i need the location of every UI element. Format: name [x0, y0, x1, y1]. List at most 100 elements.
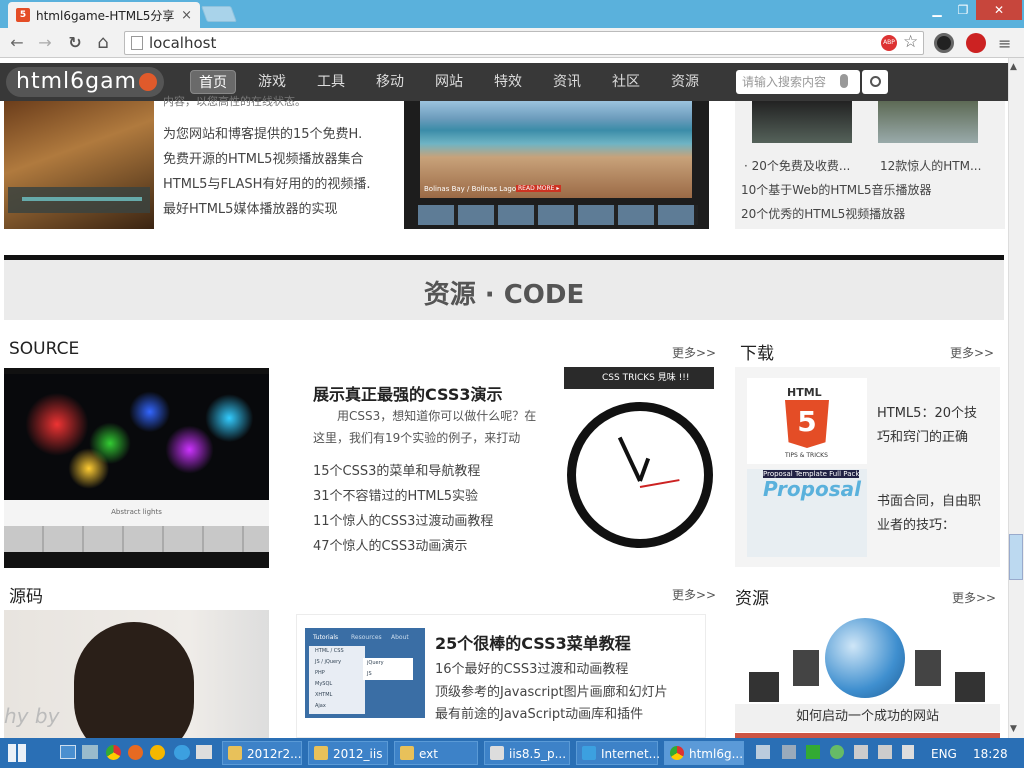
close-tab-icon[interactable]: ×: [181, 8, 192, 23]
source-link[interactable]: 31个不容错过的HTML5实验: [313, 485, 478, 504]
right-link[interactable]: 20个优秀的HTML5视频播放器: [741, 205, 905, 222]
progress-bar[interactable]: [22, 197, 142, 201]
link-line[interactable]: 为您网站和博客提供的15个免费H.: [163, 123, 362, 142]
nav-sites[interactable]: 网站: [427, 70, 471, 94]
yuanma-article-title[interactable]: 25个很棒的CSS3菜单教程: [435, 630, 631, 654]
windows-start-icon[interactable]: [8, 744, 26, 762]
thumbnail-strip[interactable]: [418, 205, 698, 225]
address-bar[interactable]: localhost ABP ☆: [124, 31, 924, 55]
source-link[interactable]: 11个惊人的CSS3过渡动画教程: [313, 510, 493, 529]
taskbar-item[interactable]: Internet...: [576, 741, 660, 765]
browser-tab[interactable]: 5 html6game-HTML5分享 ×: [8, 2, 200, 28]
nav-news[interactable]: 资讯: [545, 70, 589, 94]
forward-icon[interactable]: →: [36, 34, 54, 52]
network-tray-icon[interactable]: [854, 745, 868, 759]
flag-icon[interactable]: [902, 745, 914, 759]
bokeh-image[interactable]: Abstract lights: [4, 368, 269, 568]
back-icon[interactable]: ←: [8, 34, 26, 52]
source-link[interactable]: 47个惊人的CSS3动画演示: [313, 535, 467, 554]
tray-icon[interactable]: [806, 745, 820, 759]
nav-home[interactable]: 首页: [190, 70, 236, 94]
search-button[interactable]: [862, 70, 888, 94]
ziyuan-caption[interactable]: 如何启动一个成功的网站: [735, 704, 1000, 732]
nav-mobile[interactable]: 移动: [368, 70, 412, 94]
taskbar-item-active[interactable]: html6g...: [664, 741, 744, 765]
server-manager-icon[interactable]: [60, 745, 76, 759]
nav-tools[interactable]: 工具: [309, 70, 353, 94]
yuanma-link[interactable]: 16个最好的CSS3过渡和动画教程: [435, 658, 628, 677]
menu-item: XHTML: [315, 692, 333, 698]
download-item[interactable]: HTML5：20个技巧和窍门的正确: [877, 402, 987, 450]
firefox-icon[interactable]: [128, 745, 143, 760]
scrollbar-thumb[interactable]: [1009, 534, 1023, 580]
source-more-link[interactable]: 更多>>: [672, 344, 716, 361]
close-window-button[interactable]: ✕: [976, 0, 1022, 20]
tray-icon[interactable]: [782, 745, 796, 759]
extension-camera-icon[interactable]: [934, 33, 954, 53]
menu-tutorial-image[interactable]: Tutorials Resources About HTML / CSS JS …: [305, 628, 425, 718]
explorer-icon[interactable]: [82, 745, 98, 759]
nav-community[interactable]: 社区: [604, 70, 648, 94]
site-logo[interactable]: html6gam: [6, 67, 164, 97]
home-icon[interactable]: ⌂: [94, 34, 112, 52]
clock-icon[interactable]: [567, 402, 713, 548]
adblock-icon[interactable]: ABP: [881, 35, 897, 51]
nav-games[interactable]: 游戏: [250, 70, 294, 94]
menu-tab: Resources: [351, 634, 382, 641]
new-tab-button[interactable]: [201, 6, 237, 22]
browser-icon[interactable]: [150, 745, 165, 760]
chrome-taskbar-icon[interactable]: [106, 745, 121, 760]
volume-icon[interactable]: [878, 745, 892, 759]
proposal-word: Proposal: [763, 477, 861, 501]
video-thumb[interactable]: [752, 101, 852, 143]
thumb-row[interactable]: [4, 526, 269, 552]
minimize-button[interactable]: ▁: [924, 0, 950, 20]
source-link[interactable]: 15个CSS3的菜单和导航教程: [313, 460, 480, 479]
read-more-button[interactable]: READ MORE ▸: [516, 185, 562, 192]
source-article-title[interactable]: 展示真正最强的CSS3演示: [313, 381, 503, 405]
video-thumb[interactable]: [878, 101, 978, 143]
yuanma-link[interactable]: 顶级参考的Javascript图片画廊和幻灯片: [435, 681, 668, 700]
extension-stop-icon[interactable]: [966, 33, 986, 53]
reload-icon[interactable]: ↻: [66, 34, 84, 52]
language-indicator[interactable]: ENG: [931, 747, 957, 761]
link-line[interactable]: 最好HTML5媒体播放器的实现: [163, 198, 337, 217]
app-icon[interactable]: [196, 745, 212, 759]
proposal-image[interactable]: Proposal Template Full Pack Proposal: [747, 469, 867, 557]
tray-icon[interactable]: [756, 745, 770, 759]
yuanma-more-link[interactable]: 更多>>: [672, 586, 716, 603]
tray-icon[interactable]: [830, 745, 844, 759]
bookmark-star-icon[interactable]: ☆: [903, 32, 918, 52]
scroll-down-icon[interactable]: ▼: [1010, 724, 1017, 734]
server-icon: [749, 672, 779, 702]
link-line[interactable]: HTML5与FLASH有好用的的视频播.: [163, 173, 371, 192]
video-player-thumbnail[interactable]: [4, 101, 154, 229]
vertical-scrollbar[interactable]: [1008, 58, 1024, 738]
download-item[interactable]: 书面合同，自由职业者的技巧：: [877, 490, 987, 538]
download-more-link[interactable]: 更多>>: [950, 344, 994, 361]
video-slider[interactable]: Bolinas Bay / Bolinas Lagoon READ MORE ▸: [404, 101, 709, 229]
yuanma-link[interactable]: 最有前途的JavaScript动画库和插件: [435, 703, 643, 722]
thumb-caption[interactable]: 12款惊人的HTM...: [880, 157, 981, 174]
taskbar-item[interactable]: iis8.5_p...: [484, 741, 570, 765]
link-line[interactable]: 免费开源的HTML5视频播放器集合: [163, 148, 363, 167]
mic-icon[interactable]: [840, 74, 848, 88]
cut-text: 内容，以您高性的在线状态。: [163, 95, 306, 108]
right-link[interactable]: 10个基于Web的HTML5音乐播放器: [741, 181, 931, 198]
html5-badge-label: HTML: [787, 386, 822, 399]
maximize-button[interactable]: ❐: [950, 0, 976, 20]
clock[interactable]: 18:28: [973, 747, 1008, 761]
nav-effects[interactable]: 特效: [486, 70, 530, 94]
taskbar-item[interactable]: 2012_iis: [308, 741, 388, 765]
ie-icon[interactable]: [174, 745, 190, 760]
nav-resources[interactable]: 资源: [663, 70, 707, 94]
taskbar-item[interactable]: ext: [394, 741, 478, 765]
html5-badge-image[interactable]: HTML 5 TIPS & TRICKS: [747, 378, 867, 464]
chrome-menu-icon[interactable]: ≡: [998, 34, 1011, 53]
thumb-caption[interactable]: · 20个免费及收费...: [744, 157, 850, 174]
taskbar-item[interactable]: 2012r2...: [222, 741, 302, 765]
scroll-up-icon[interactable]: ▲: [1010, 62, 1017, 72]
bokeh-lights: [4, 374, 269, 500]
portrait-image[interactable]: hy by: [4, 610, 269, 738]
ziyuan-more-link[interactable]: 更多>>: [952, 589, 996, 606]
